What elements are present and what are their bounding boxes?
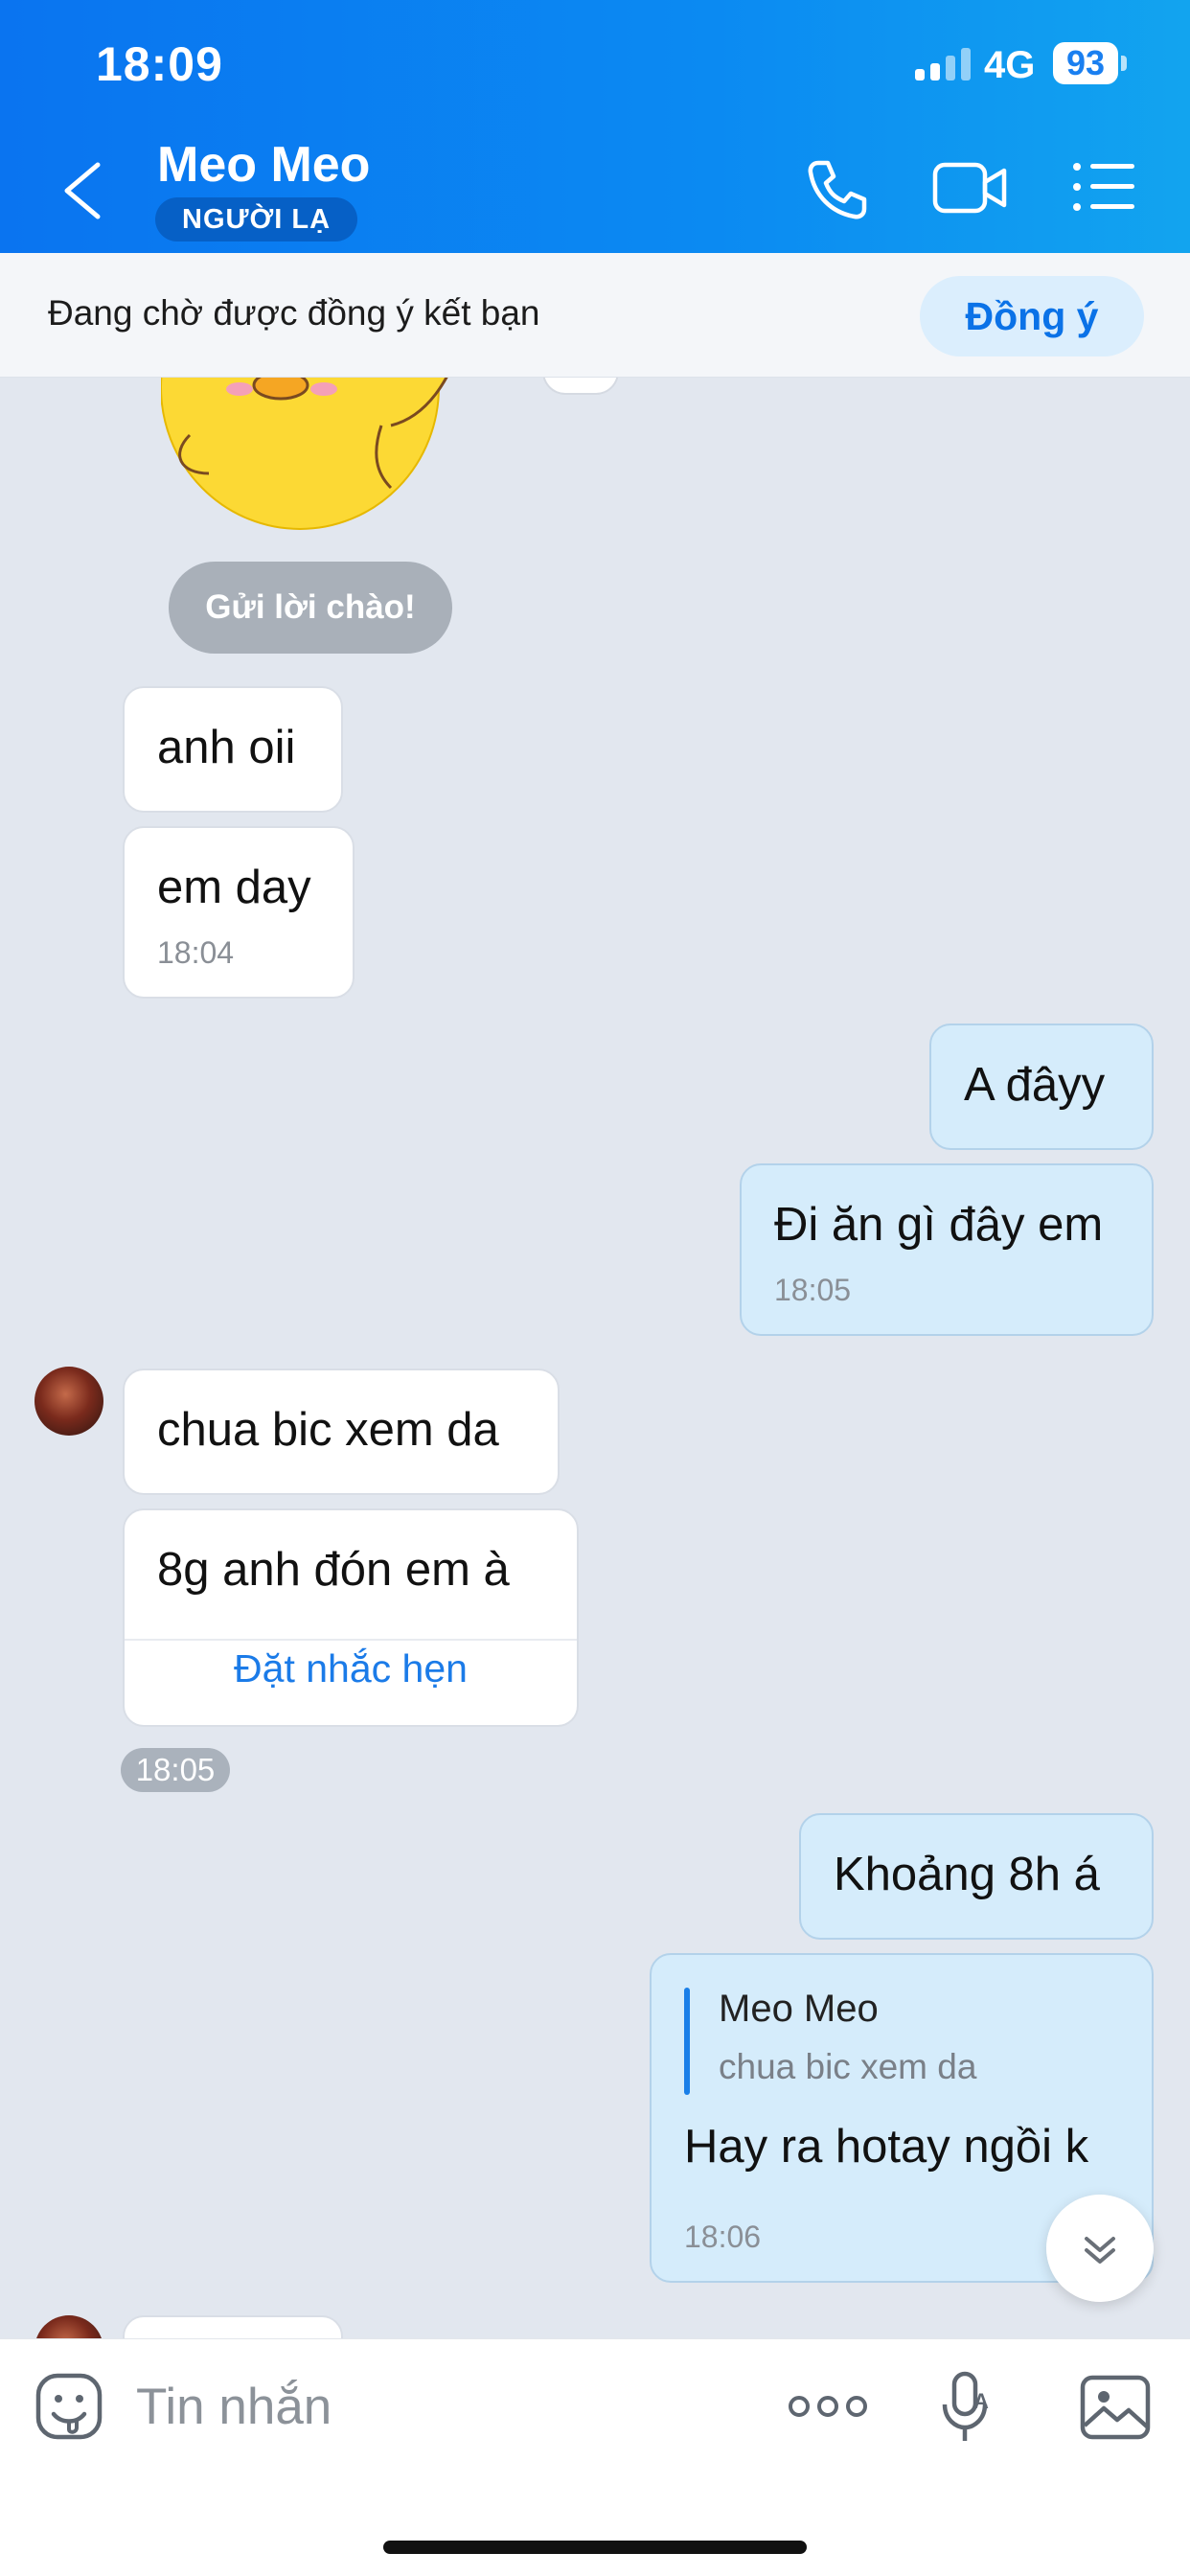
message-time: 18:04 (157, 935, 235, 970)
message-text: chua bic xem da (157, 1404, 499, 1456)
message-time: 18:06 (684, 2220, 762, 2254)
message-bubble[interactable]: chua bic xem da (123, 1368, 560, 1495)
message-text: em day (157, 862, 311, 913)
time-pill: 18:05 (121, 1748, 230, 1792)
message-bubble[interactable] (123, 2315, 343, 2338)
battery-cap (1121, 56, 1127, 71)
signal-icon (915, 48, 971, 80)
message-text: A đâyy (964, 1059, 1106, 1111)
chat-header: 18:09 4G 93 Meo Meo NGƯỜI LẠ (0, 0, 1190, 253)
message-bubble[interactable]: em day 18:04 (123, 826, 355, 999)
message-text: Đi ăn gì đây em (774, 1199, 1104, 1251)
sticker-emoji-icon[interactable] (34, 2372, 103, 2441)
message-bubble[interactable]: A đâyy (929, 1024, 1154, 1150)
divider (125, 1639, 577, 1641)
set-reminder-link[interactable]: Đặt nhắc hẹn (125, 1646, 577, 1691)
avatar[interactable] (34, 2315, 103, 2338)
avatar[interactable] (34, 1367, 103, 1436)
battery-icon: 93 (1053, 42, 1118, 84)
request-status-text: Đang chờ được đồng ý kết bạn (48, 293, 540, 333)
message-bubble[interactable]: anh oii (123, 686, 343, 813)
message-bubble[interactable]: Khoảng 8h á (799, 1813, 1154, 1940)
contact-name[interactable]: Meo Meo (157, 136, 370, 194)
accept-friend-button[interactable]: Đồng ý (920, 276, 1144, 356)
message-text: Khoảng 8h á (834, 1849, 1100, 1900)
back-icon[interactable] (59, 161, 103, 220)
message-text: anh oii (157, 722, 296, 773)
status-time: 18:09 (96, 37, 223, 91)
stranger-badge: NGƯỜI LẠ (155, 197, 358, 242)
message-input[interactable]: Tin nhắn (136, 2378, 332, 2436)
network-type: 4G (984, 44, 1036, 86)
quote-author: Meo Meo (719, 1988, 879, 2030)
image-picker-icon[interactable] (1079, 2374, 1152, 2441)
scroll-down-icon[interactable] (1046, 2195, 1154, 2302)
menu-list-icon[interactable] (1071, 157, 1136, 217)
svg-text:A: A (973, 2389, 989, 2413)
reaction-button[interactable] (542, 378, 619, 395)
more-options-icon[interactable] (788, 2391, 868, 2422)
friend-request-bar: Đang chờ được đồng ý kết bạn Đồng ý (0, 253, 1190, 378)
voice-to-text-mic-icon[interactable]: A (939, 2370, 995, 2445)
quote-text: chua bic xem da (719, 2047, 977, 2086)
message-bubble[interactable]: 8g anh đón em à Đặt nhắc hẹn (123, 1508, 579, 1727)
home-indicator (383, 2541, 807, 2554)
message-bubble[interactable]: Đi ăn gì đây em 18:05 (740, 1163, 1154, 1336)
send-greeting-button[interactable]: Gửi lời chào! (169, 562, 452, 654)
phone-icon[interactable] (805, 157, 870, 222)
video-call-icon[interactable] (931, 157, 1008, 218)
message-time: 18:05 (774, 1273, 852, 1307)
quote-bar (684, 1988, 690, 2095)
chat-messages[interactable]: Gửi lời chào! anh oii em day 18:04 A đây… (0, 378, 1190, 2338)
message-input-bar: Tin nhắn A (0, 2338, 1190, 2576)
message-text: 8g anh đón em à (157, 1544, 510, 1596)
message-text: Hay ra hotay ngồi k (684, 2121, 1089, 2173)
